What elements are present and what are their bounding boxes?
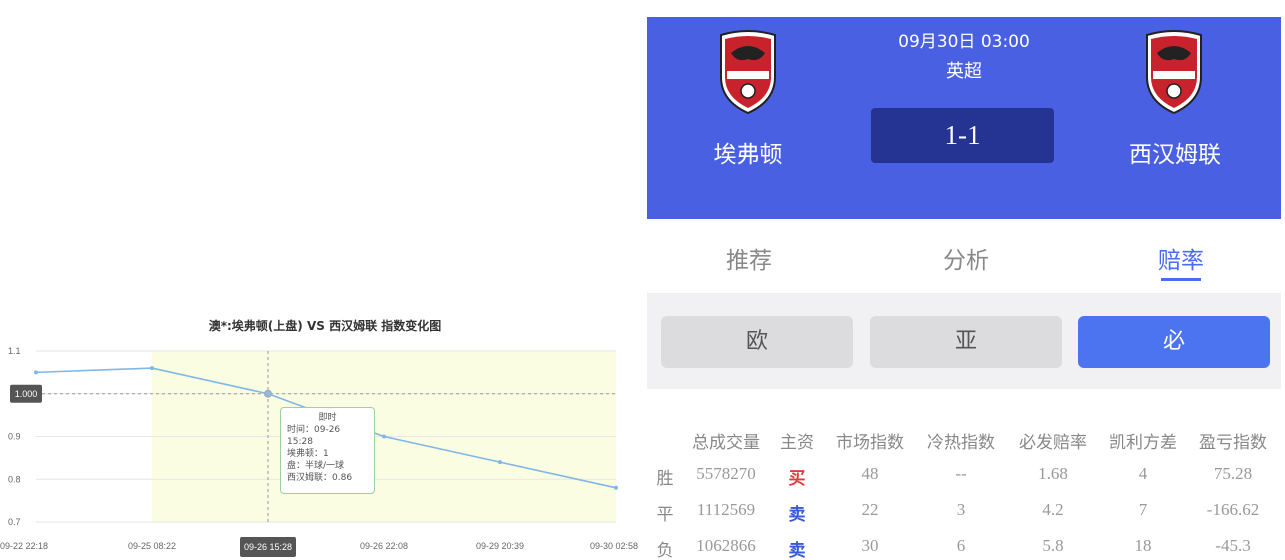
cell-kelly-variance: 18	[1134, 536, 1152, 555]
cell-hot-cold-index: 6	[956, 536, 966, 555]
x-tick-label: 09-26 22:08	[360, 541, 408, 551]
series-point	[614, 485, 618, 490]
away-team-name: 西汉姆联	[1129, 142, 1221, 168]
series-point	[150, 366, 154, 371]
home-team-name: 埃弗顿	[713, 142, 783, 168]
cell-profit-index: -166.62	[1206, 500, 1260, 519]
row-label: 胜	[656, 469, 674, 489]
subtab-european[interactable]: 欧	[661, 316, 853, 368]
tab-odds[interactable]: 赔率	[1121, 241, 1241, 275]
cell-betfair-odds: 4.2	[1042, 500, 1064, 519]
league-name: 英超	[946, 61, 982, 82]
col-header-profit-index: 盈亏指数	[1199, 433, 1267, 453]
match-time: 09月30日 03:00	[898, 32, 1030, 52]
tab-recommend[interactable]: 推荐	[689, 241, 809, 275]
y-tick-label: 0.8	[8, 474, 21, 484]
tab-analysis[interactable]: 分析	[906, 241, 1026, 275]
tooltip-title: 即时	[318, 413, 337, 423]
subtab-asian[interactable]: 亚	[870, 316, 1062, 368]
cell-volume: 1062866	[696, 536, 756, 555]
col-header-hot-cold-index: 冷热指数	[927, 433, 995, 453]
team-crest-icon	[1146, 30, 1202, 115]
cell-main-fund: 买	[788, 469, 806, 489]
series-point	[382, 434, 386, 439]
cell-kelly-variance: 7	[1138, 500, 1148, 519]
crosshair-x-label: 09-26 15:28	[244, 542, 292, 552]
cell-volume: 1112569	[696, 500, 756, 519]
chart-tooltip: 即时 时间：09-26 15:28 埃弗顿：1 盘：半球/一球 西汉姆联：0.8…	[280, 407, 375, 494]
crosshair-y-label: 1.000	[15, 389, 38, 399]
subtab-betfair[interactable]: 必	[1078, 316, 1270, 368]
y-tick-label: 0.9	[8, 432, 21, 442]
cell-hot-cold-index: --	[955, 464, 967, 483]
col-header-market-index: 市场指数	[836, 433, 904, 453]
cell-betfair-odds: 5.8	[1042, 536, 1064, 555]
row-label: 负	[656, 541, 674, 560]
score-display: 1-1	[871, 108, 1054, 163]
odds-subtabs: 欧 亚 必	[647, 294, 1281, 389]
series-point	[264, 389, 272, 398]
col-header-betfair-odds: 必发赔率	[1019, 433, 1087, 453]
row-label: 平	[656, 505, 674, 525]
cell-kelly-variance: 4	[1138, 464, 1148, 483]
cell-profit-index: -45.3	[1215, 536, 1251, 555]
table-header-row: 总成交量 主资 市场指数 冷热指数 必发赔率 凯利方差 盈亏指数	[647, 428, 1281, 462]
table-row: 胜 5578270 买 48 -- 1.68 4 75.28	[647, 464, 1281, 498]
tooltip-line-away: 西汉姆联：0.86	[287, 473, 353, 483]
chart-title: 澳*:埃弗顿(上盘) VS 西汉姆联 指数变化图	[209, 318, 442, 333]
cell-market-index: 48	[861, 464, 879, 483]
cell-betfair-odds: 1.68	[1038, 464, 1068, 483]
tooltip-line-time: 时间：09-26 15:28	[287, 425, 341, 447]
series-point	[498, 460, 502, 465]
x-tick-label: 09-29 20:39	[476, 541, 524, 551]
cell-market-index: 30	[861, 536, 879, 555]
active-tab-indicator	[1161, 278, 1201, 281]
col-header-main-fund: 主资	[780, 433, 814, 453]
x-tick-label: 09-22 22:18	[0, 541, 48, 551]
series-point	[34, 370, 38, 375]
cell-profit-index: 75.28	[1213, 464, 1253, 483]
y-tick-label: 0.7	[8, 517, 21, 527]
cell-main-fund: 卖	[788, 505, 806, 525]
y-tick-label: 1.1	[8, 346, 21, 356]
match-header: 埃弗顿 西汉姆联 09月30日 03:00 英超 1-1	[647, 17, 1281, 219]
tooltip-line-home: 埃弗顿：1	[287, 449, 329, 459]
main-tabs: 推荐 分析 赔率	[647, 219, 1281, 294]
cell-hot-cold-index: 3	[956, 500, 966, 519]
team-crest-icon	[720, 30, 776, 115]
x-tick-label: 09-25 08:22	[128, 541, 176, 551]
x-tick-label: 09-30 02:58	[590, 541, 638, 551]
index-change-chart: 澳*:埃弗顿(上盘) VS 西汉姆联 指数变化图 0.7 0.8 0.9 1.1 09-…	[0, 300, 640, 560]
table-row: 平 1112569 卖 22 3 4.2 7 -166.62	[647, 500, 1281, 534]
cell-volume: 5578270	[696, 464, 756, 483]
col-header-volume: 总成交量	[692, 433, 760, 453]
col-header-kelly-variance: 凯利方差	[1109, 433, 1177, 453]
cell-main-fund: 卖	[788, 541, 806, 560]
cell-market-index: 22	[861, 500, 879, 519]
table-row: 负 1062866 卖 30 6 5.8 18 -45.3	[647, 536, 1281, 560]
tooltip-line-handicap: 盘：半球/一球	[287, 461, 345, 471]
